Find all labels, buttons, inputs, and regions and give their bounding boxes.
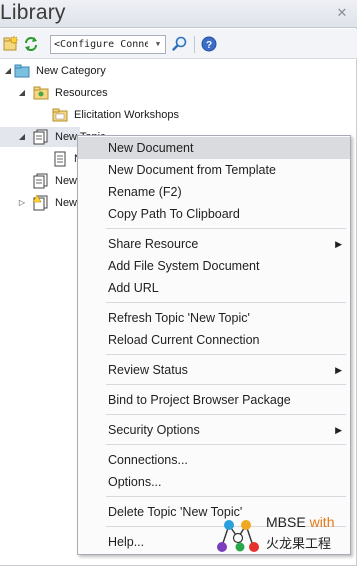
toolbar: <Configure Conne ▼ ? xyxy=(0,29,357,59)
window-title: Library xyxy=(0,1,66,24)
menu-item-label: Help... xyxy=(108,535,145,549)
document-folder-icon xyxy=(52,107,68,123)
context-menu: New Document New Document from Template … xyxy=(77,135,351,555)
menu-item-label: New Document from Template xyxy=(108,163,276,177)
menu-separator xyxy=(106,302,346,303)
connection-select-value: <Configure Conne xyxy=(54,39,148,50)
watermark: MBSE with 火龙果工程 xyxy=(214,514,354,556)
menu-item-label: New Document xyxy=(108,141,194,155)
menu-separator xyxy=(106,496,346,497)
submenu-arrow-icon: ▶ xyxy=(335,239,342,249)
chevron-down-icon[interactable]: ▼ xyxy=(153,37,163,52)
tree-node-label: New Category xyxy=(36,65,106,77)
refresh-button[interactable] xyxy=(22,35,40,53)
svg-text:?: ? xyxy=(206,40,212,51)
expanded-triangle-icon[interactable]: ◢ xyxy=(17,83,27,103)
category-folder-icon xyxy=(14,63,30,79)
molecule-logo-icon xyxy=(217,520,259,552)
tree-node-elicitation-workshops[interactable]: Elicitation Workshops xyxy=(0,105,357,125)
watermark-mbse: MBSE xyxy=(266,514,310,530)
menu-item-label: Rename (F2) xyxy=(108,185,182,199)
tree-node-resources[interactable]: ◢ Resources xyxy=(0,83,357,103)
menu-item-reload-connection[interactable]: Reload Current Connection xyxy=(78,329,350,351)
close-icon[interactable]: ✕ xyxy=(335,6,349,20)
search-icon xyxy=(172,36,187,51)
submenu-arrow-icon: ▶ xyxy=(335,365,342,375)
help-icon: ? xyxy=(201,36,217,52)
tree-node-document[interactable]: N xyxy=(0,149,82,169)
menu-item-bind-to-project-browser[interactable]: Bind to Project Browser Package xyxy=(78,389,350,411)
search-button[interactable] xyxy=(171,35,189,53)
topic-icon xyxy=(33,129,49,145)
new-folder-icon xyxy=(3,35,19,51)
menu-item-label: Share Resource xyxy=(108,237,199,251)
tree-node-label: New xyxy=(55,197,78,209)
tree-node-label: New xyxy=(55,175,78,187)
help-button[interactable]: ? xyxy=(200,35,218,53)
tree-node-category[interactable]: ◢ New Category xyxy=(0,61,357,81)
watermark-line1: MBSE with xyxy=(266,514,334,530)
menu-item-copy-path[interactable]: Copy Path To Clipboard xyxy=(78,203,350,225)
tree-node-label: Elicitation Workshops xyxy=(74,109,179,121)
menu-item-label: Review Status xyxy=(108,363,188,377)
connection-select[interactable]: <Configure Conne ▼ xyxy=(50,35,166,54)
menu-item-label: Connections... xyxy=(108,453,188,467)
menu-item-options[interactable]: Options... xyxy=(78,471,350,493)
menu-item-label: Add File System Document xyxy=(108,259,260,273)
document-icon xyxy=(52,151,68,167)
topic-icon xyxy=(33,173,49,189)
menu-separator xyxy=(106,228,346,229)
menu-item-add-file-system-document[interactable]: Add File System Document xyxy=(78,255,350,277)
menu-item-review-status[interactable]: Review Status ▶ xyxy=(78,359,350,381)
menu-item-label: Add URL xyxy=(108,281,159,295)
menu-item-new-document[interactable]: New Document xyxy=(78,137,350,159)
new-document-toolbar-button[interactable] xyxy=(2,35,20,53)
menu-item-rename[interactable]: Rename (F2) xyxy=(78,181,350,203)
menu-item-add-url[interactable]: Add URL xyxy=(78,277,350,299)
menu-separator xyxy=(106,414,346,415)
title-bar: Library ✕ xyxy=(0,0,357,28)
topic-warning-icon xyxy=(32,194,49,211)
tree-node-topic-3[interactable]: ▷ New xyxy=(0,193,80,213)
menu-item-label: Options... xyxy=(108,475,162,489)
menu-separator xyxy=(106,354,346,355)
library-panel: Library ✕ <Configure Conne ▼ ? ◢ New Cat… xyxy=(0,0,357,566)
refresh-icon xyxy=(25,37,37,51)
watermark-with: with xyxy=(309,514,335,530)
menu-item-connections[interactable]: Connections... xyxy=(78,449,350,471)
submenu-arrow-icon: ▶ xyxy=(335,425,342,435)
tree-node-new-topic[interactable]: ◢ New Topic xyxy=(0,127,106,147)
menu-item-label: Copy Path To Clipboard xyxy=(108,207,240,221)
tree-node-topic-2[interactable]: New xyxy=(0,171,80,191)
menu-item-security-options[interactable]: Security Options ▶ xyxy=(78,419,350,441)
menu-item-new-document-from-template[interactable]: New Document from Template xyxy=(78,159,350,181)
watermark-line2: 火龙果工程 xyxy=(266,537,332,552)
menu-item-label: Bind to Project Browser Package xyxy=(108,393,291,407)
menu-item-share-resource[interactable]: Share Resource ▶ xyxy=(78,233,350,255)
menu-separator xyxy=(106,444,346,445)
menu-separator xyxy=(106,384,346,385)
expanded-triangle-icon[interactable]: ◢ xyxy=(17,127,27,147)
menu-item-label: Security Options xyxy=(108,423,200,437)
expanded-triangle-icon[interactable]: ◢ xyxy=(3,61,13,81)
toolbar-divider xyxy=(194,36,195,53)
collapsed-triangle-icon[interactable]: ▷ xyxy=(17,193,27,213)
menu-item-label: Refresh Topic 'New Topic' xyxy=(108,311,250,325)
menu-item-label: Reload Current Connection xyxy=(108,333,260,347)
menu-item-refresh-topic[interactable]: Refresh Topic 'New Topic' xyxy=(78,307,350,329)
resources-folder-icon xyxy=(33,85,49,101)
tree-node-label: Resources xyxy=(55,87,108,99)
